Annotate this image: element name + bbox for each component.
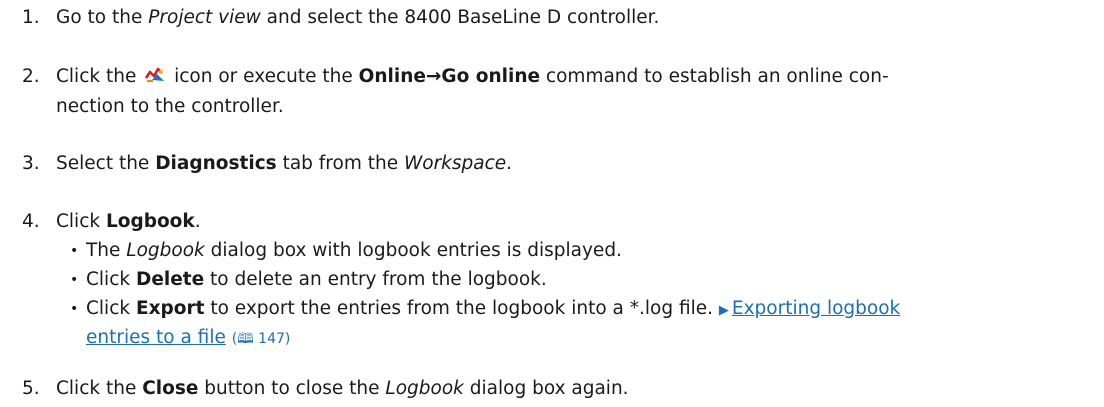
export-term: Export xyxy=(135,298,205,319)
step-number: 2. xyxy=(22,66,40,87)
exporting-logbook-link[interactable]: Exporting logbook xyxy=(732,298,900,319)
exporting-logbook-link-line2[interactable]: entries to a file xyxy=(86,327,226,348)
menu-command: Online→Go online xyxy=(358,66,541,87)
step-text: icon or execute the xyxy=(168,66,359,87)
step-text: dialog box again. xyxy=(463,378,629,399)
link-arrow-icon: ▶ xyxy=(718,303,729,318)
step-text: command to establish an online con- xyxy=(540,66,889,87)
close-button-term: Close xyxy=(142,378,199,399)
bullet-text: The xyxy=(86,240,127,261)
logbook-term: Logbook xyxy=(126,240,205,261)
step-number: 5. xyxy=(22,378,40,399)
page-reference: (🕮 147) xyxy=(231,331,291,347)
logbook-term: Logbook xyxy=(385,378,464,399)
step-2: 2. Click the icon or execute the Online→G… xyxy=(22,63,889,91)
instruction-document: 1. Go to the Project view and select the … xyxy=(0,0,1104,407)
bullet-dot: • xyxy=(70,301,79,317)
workspace-term: Workspace xyxy=(403,153,507,174)
step-5: 5. Click the Close button to close the Lo… xyxy=(22,375,629,403)
bullet-item: • The Logbook dialog box with logbook ent… xyxy=(70,237,622,265)
step-text: Click the xyxy=(56,378,143,399)
bullet-text: to export the entries from the logbook i… xyxy=(204,298,719,319)
step-text: Go to the xyxy=(56,7,149,28)
step-text: Click the xyxy=(56,66,143,87)
step-2-continuation: nection to the controller. xyxy=(56,96,284,117)
step-4: 4. Click Logbook. xyxy=(22,208,201,236)
step-1: 1. Go to the Project view and select the … xyxy=(22,4,659,32)
step-3: 3. Select the Diagnostics tab from the Wo… xyxy=(22,150,512,178)
bullet-text: to delete an entry from the logbook. xyxy=(204,269,547,290)
step-text: and select the 8400 BaseLine D controlle… xyxy=(260,7,660,28)
diagnostics-tab-term: Diagnostics xyxy=(155,153,277,174)
go-online-icon xyxy=(145,67,165,83)
project-view-term: Project view xyxy=(148,7,261,28)
step-text: Click xyxy=(56,211,106,232)
step-text: tab from the xyxy=(276,153,404,174)
bullet-item: • Click Export to export the entries from… xyxy=(70,295,900,325)
step-text: Select the xyxy=(56,153,156,174)
bullet-dot: • xyxy=(70,243,79,259)
step-text: button to close the xyxy=(198,378,386,399)
step-text: . xyxy=(194,211,201,232)
step-text: . xyxy=(506,153,513,174)
bullet-text: Click xyxy=(86,269,136,290)
bullet-text: dialog box with logbook entries is displ… xyxy=(204,240,622,261)
logbook-term: Logbook xyxy=(105,211,195,232)
step-number: 3. xyxy=(22,153,40,174)
delete-term: Delete xyxy=(135,269,205,290)
bullet-link-continuation: entries to a file (🕮 147) xyxy=(86,324,290,353)
bullet-dot: • xyxy=(70,272,79,288)
step-number: 4. xyxy=(22,211,40,232)
bullet-item: • Click Delete to delete an entry from th… xyxy=(70,266,547,294)
step-number: 1. xyxy=(22,7,40,28)
bullet-text: Click xyxy=(86,298,136,319)
